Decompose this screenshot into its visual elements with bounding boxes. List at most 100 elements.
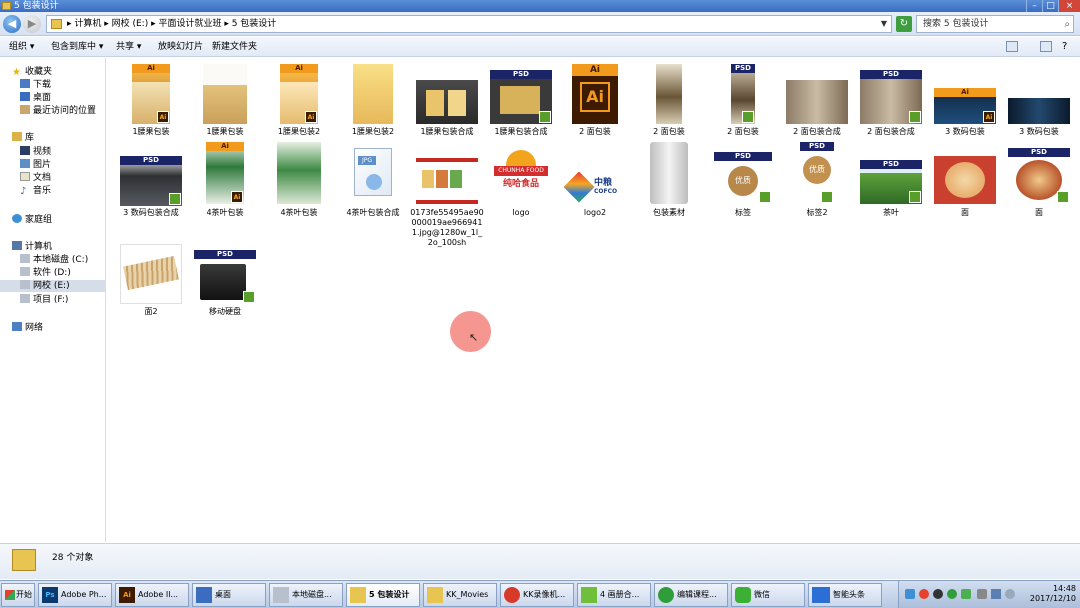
taskbar-item-kk-recorder[interactable]: KK录像机... bbox=[500, 583, 574, 607]
file-item[interactable]: PSD 2 面包装合成 bbox=[854, 64, 928, 144]
file-item[interactable]: Ai Ai 4茶叶包装 bbox=[188, 142, 262, 222]
food-image bbox=[436, 170, 448, 188]
file-item[interactable]: Ai Ai 1腰果包装2 bbox=[262, 64, 336, 144]
photoshop-icon: Ps bbox=[42, 587, 58, 603]
taskbar-item-wechat[interactable]: 微信 bbox=[731, 583, 805, 607]
file-item[interactable]: 1腰果包装合成 bbox=[410, 64, 484, 144]
back-button[interactable]: ◀ bbox=[3, 15, 21, 33]
help-icon[interactable]: ? bbox=[1062, 41, 1067, 53]
file-item[interactable]: 1腰果包装 bbox=[188, 64, 262, 144]
file-item[interactable]: 3 数码包装 bbox=[1002, 64, 1076, 144]
sidebar-item-videos[interactable]: 视频 bbox=[20, 146, 51, 158]
file-item[interactable]: 0173fe55495ae90000019ae9669411.jpg@1280w… bbox=[410, 142, 484, 247]
drive-icon bbox=[273, 587, 289, 603]
sidebar-homegroup[interactable]: 家庭组 bbox=[12, 214, 52, 226]
dry-noodles-image bbox=[123, 255, 179, 291]
volume-icon[interactable] bbox=[1005, 589, 1015, 599]
file-item[interactable]: PSD 茶叶 bbox=[854, 142, 928, 222]
maximize-button[interactable]: □ bbox=[1042, 0, 1058, 12]
share-menu[interactable]: 共享 ▾ bbox=[116, 41, 141, 53]
sidebar-favorites[interactable]: ★ 收藏夹 bbox=[12, 66, 52, 78]
desktop-icon bbox=[196, 587, 212, 603]
file-item[interactable]: PSD 面 bbox=[1002, 142, 1076, 222]
file-item[interactable]: 4茶叶包装 bbox=[262, 142, 336, 222]
sidebar-item-recent[interactable]: 最近访问的位置 bbox=[20, 105, 96, 117]
file-thumbnail: Ai Ai bbox=[206, 142, 244, 204]
refresh-icon[interactable]: ↻ bbox=[896, 16, 912, 32]
file-item[interactable]: 面2 bbox=[114, 244, 188, 324]
file-item[interactable]: Ai Ai 2 面包装 bbox=[558, 64, 632, 144]
sidebar-network[interactable]: 网络 bbox=[12, 322, 43, 334]
sidebar-item-drive-d[interactable]: 软件 (D:) bbox=[20, 267, 71, 279]
security-tray-icon[interactable] bbox=[961, 589, 971, 599]
view-options-icon[interactable] bbox=[1006, 41, 1018, 52]
file-item[interactable]: Ai Ai 1腰果包装 bbox=[114, 64, 188, 144]
file-item[interactable]: PSD 移动硬盘 bbox=[188, 244, 262, 324]
tray-app-icon[interactable] bbox=[933, 589, 943, 599]
file-item[interactable]: 面 bbox=[928, 142, 1002, 222]
sidebar-item-drive-f[interactable]: 项目 (F:) bbox=[20, 294, 68, 306]
sidebar-item-documents[interactable]: 文档 bbox=[20, 172, 51, 184]
sidebar-computer[interactable]: 计算机 bbox=[12, 241, 52, 253]
chevron-down-icon[interactable]: ▼ bbox=[881, 16, 887, 32]
drive-icon bbox=[20, 267, 30, 276]
sidebar-item-desktop[interactable]: 桌面 bbox=[20, 92, 51, 104]
toutiao-icon bbox=[812, 587, 830, 603]
minimize-button[interactable]: – bbox=[1026, 0, 1042, 12]
file-item[interactable]: PSD 优质 标签2 bbox=[780, 142, 854, 222]
library-icon bbox=[12, 132, 22, 141]
file-item[interactable]: 包装素材 bbox=[632, 142, 706, 222]
sidebar-item-downloads[interactable]: 下载 bbox=[20, 79, 51, 91]
sidebar-libraries[interactable]: 库 bbox=[12, 132, 34, 144]
forward-button[interactable]: ▶ bbox=[23, 15, 41, 33]
taskbar-item-album[interactable]: 4 画册合... bbox=[577, 583, 651, 607]
taskbar-item-toutiao[interactable]: 智能头条 bbox=[808, 583, 882, 607]
file-item[interactable]: 1腰果包装2 bbox=[336, 64, 410, 144]
photoshop-badge-icon bbox=[909, 191, 921, 203]
taskbar-item-edit-course[interactable]: 编辑课程... bbox=[654, 583, 728, 607]
taskbar-item-illustrator[interactable]: Ai Adobe Il... bbox=[115, 583, 189, 607]
include-in-library-menu[interactable]: 包含到库中 ▾ bbox=[51, 41, 103, 53]
file-item[interactable]: CHUNHA FOOD 纯哈食品 logo bbox=[484, 142, 558, 222]
file-item[interactable]: 2 面包装合成 bbox=[780, 64, 854, 144]
file-item[interactable]: PSD 3 数码包装合成 bbox=[114, 142, 188, 222]
organize-menu[interactable]: 组织 ▾ bbox=[9, 41, 34, 53]
sidebar-item-pictures[interactable]: 图片 bbox=[20, 159, 51, 171]
tray-app-icon[interactable] bbox=[977, 589, 987, 599]
sidebar-item-drive-e[interactable]: 网校 (E:) bbox=[0, 280, 105, 292]
sidebar-item-music[interactable]: ♪ 音乐 bbox=[20, 185, 51, 197]
network-tray-icon[interactable] bbox=[905, 589, 915, 599]
new-folder-button[interactable]: 新建文件夹 bbox=[212, 41, 257, 53]
file-item[interactable]: Ai Ai 3 数码包装 bbox=[928, 64, 1002, 144]
tray-app-icon[interactable] bbox=[947, 589, 957, 599]
file-name: 面 bbox=[961, 208, 969, 217]
search-icon[interactable]: ⌕ bbox=[1064, 17, 1070, 33]
clock[interactable]: 14:48 2017/12/10 bbox=[1030, 584, 1076, 604]
taskbar-item-package-design[interactable]: 5 包装设计 bbox=[346, 583, 420, 607]
file-item[interactable]: PSD 优质 标签 bbox=[706, 142, 780, 222]
taskbar-item-kk-movies[interactable]: KK_Movies bbox=[423, 583, 497, 607]
file-thumbnail: Ai Ai bbox=[572, 64, 618, 124]
sidebar-item-drive-c[interactable]: 本地磁盘 (C:) bbox=[20, 254, 88, 266]
address-bar[interactable]: ▸ 计算机 ▸ 网校 (E:) ▸ 平面设计就业班 ▸ 5 包装设计 ▼ bbox=[46, 15, 892, 33]
file-item[interactable]: 2 面包装 bbox=[632, 64, 706, 144]
file-name: 3 数码包装 bbox=[945, 127, 985, 136]
file-item[interactable]: JPG 4茶叶包装合成 bbox=[336, 142, 410, 222]
slideshow-button[interactable]: 放映幻灯片 bbox=[158, 41, 203, 53]
windows-logo-icon bbox=[5, 590, 15, 600]
file-item[interactable]: PSD 2 面包装 bbox=[706, 64, 780, 144]
start-button[interactable]: 开始 bbox=[1, 583, 35, 607]
taskbar-item-photoshop[interactable]: Ps Adobe Ph... bbox=[38, 583, 112, 607]
search-input[interactable]: 搜索 5 包装设计 ⌕ bbox=[916, 15, 1074, 33]
file-item[interactable]: PSD 1腰果包装合成 bbox=[484, 64, 558, 144]
preview-pane-icon[interactable] bbox=[1040, 41, 1052, 52]
taskbar-item-local-disk[interactable]: 本地磁盘... bbox=[269, 583, 343, 607]
psd-tag: PSD bbox=[490, 70, 552, 79]
breadcrumb[interactable]: ▸ 计算机 ▸ 网校 (E:) ▸ 平面设计就业班 ▸ 5 包装设计 bbox=[67, 19, 276, 29]
close-button[interactable]: × bbox=[1058, 0, 1080, 12]
file-item[interactable]: 中粮 COFCO logo2 bbox=[558, 142, 632, 222]
illustrator-badge-icon: Ai bbox=[231, 191, 243, 203]
signal-tray-icon[interactable] bbox=[991, 589, 1001, 599]
taskbar-item-desktop[interactable]: 桌面 bbox=[192, 583, 266, 607]
tray-app-icon[interactable] bbox=[919, 589, 929, 599]
